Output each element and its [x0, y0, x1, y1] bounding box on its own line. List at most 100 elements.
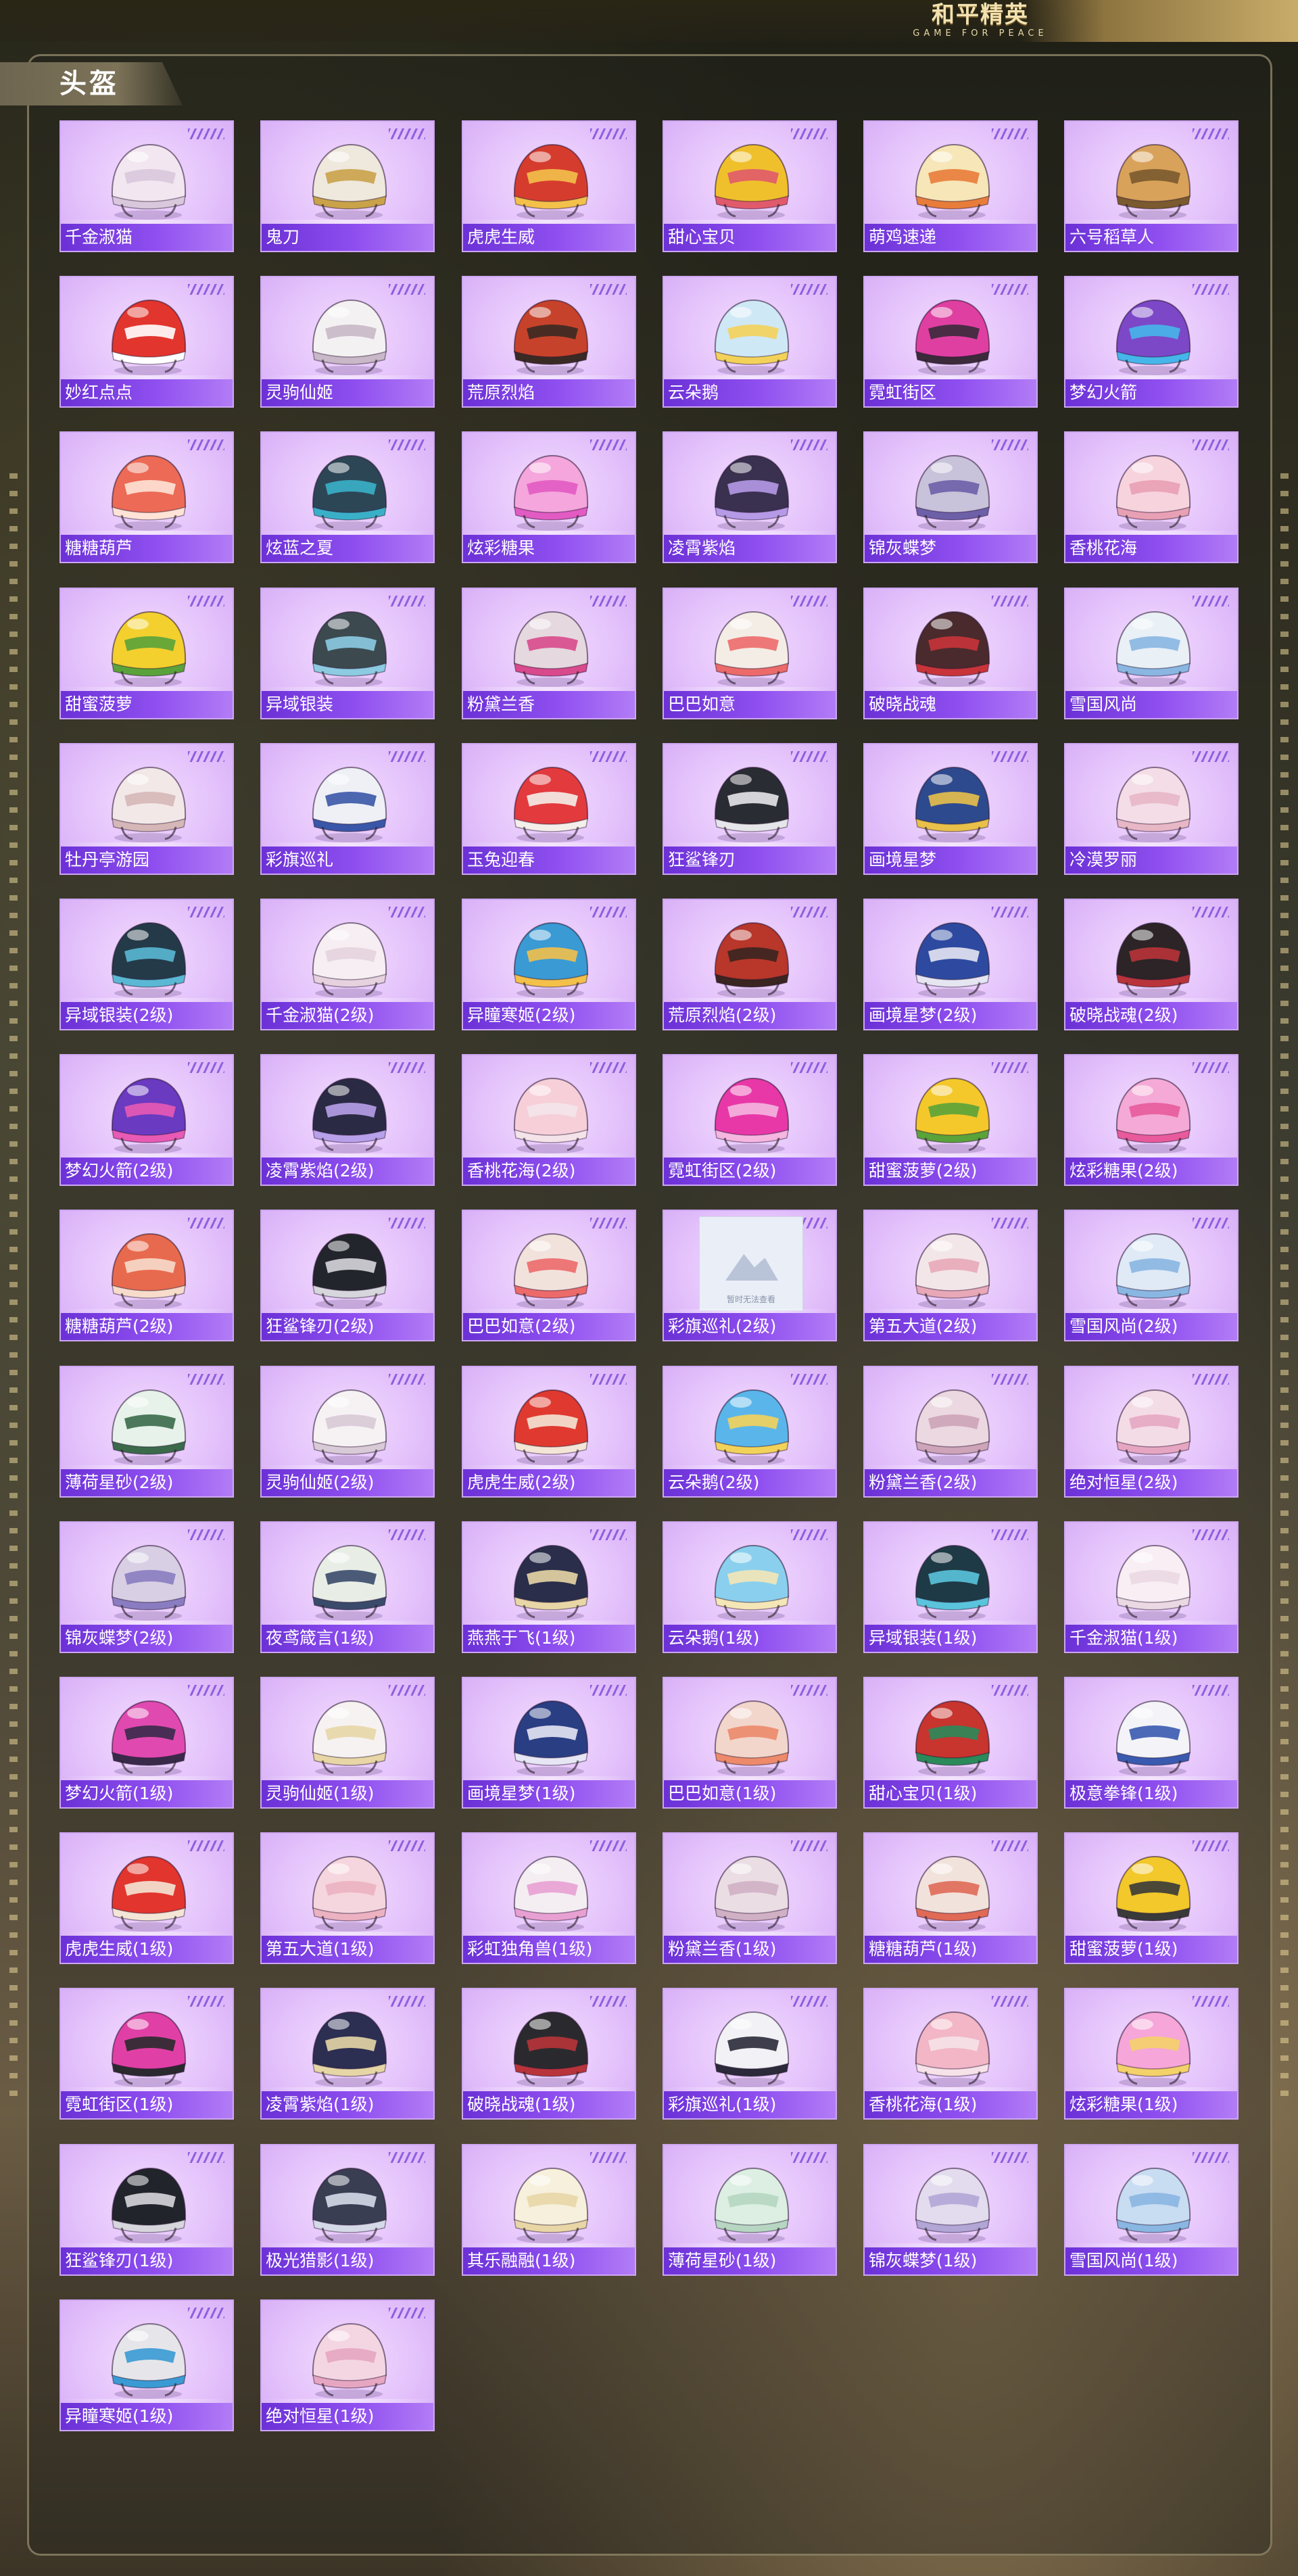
helmet-card[interactable]: 千金淑猫(1级)	[1064, 1521, 1239, 1653]
helmet-card[interactable]: 香桃花海(2级)	[462, 1054, 636, 1186]
helmet-card[interactable]: 画境星梦(2级)	[863, 899, 1038, 1030]
helmet-card[interactable]: 千金淑猫	[59, 120, 234, 252]
helmet-card[interactable]: 云朵鹅(2级)	[663, 1366, 837, 1498]
helmet-card[interactable]: 炫彩糖果	[462, 431, 636, 563]
helmet-card[interactable]: 甜心宝贝	[663, 120, 837, 252]
helmet-card[interactable]: 雪国风尚(2级)	[1064, 1210, 1239, 1341]
helmet-card[interactable]: 锦灰蝶梦(1级)	[863, 2144, 1038, 2276]
helmet-card[interactable]: 粉黛兰香(1级)	[663, 1832, 837, 1964]
helmet-card[interactable]: 六号稻草人	[1064, 120, 1239, 252]
helmet-card[interactable]: 梦幻火箭(2级)	[59, 1054, 234, 1186]
helmet-card[interactable]: 云朵鹅(1级)	[663, 1521, 837, 1653]
helmet-card[interactable]: 云朵鹅	[663, 276, 837, 408]
helmet-card[interactable]: 梦幻火箭(1级)	[59, 1677, 234, 1809]
helmet-card[interactable]: 彩旗巡礼	[260, 743, 435, 875]
helmet-card[interactable]: 狂鲨锋刃(1级)	[59, 2144, 234, 2276]
helmet-name: 云朵鹅	[664, 379, 836, 406]
helmet-card[interactable]: 炫彩糖果(1级)	[1064, 1988, 1239, 2120]
helmet-icon	[1115, 922, 1191, 998]
helmet-card[interactable]: 异域银装(1级)	[863, 1521, 1038, 1653]
helmet-card[interactable]: 彩虹独角兽(1级)	[462, 1832, 636, 1964]
helmet-card[interactable]: 虎虎生威	[462, 120, 636, 252]
helmet-icon	[513, 1700, 589, 1776]
helmet-icon	[1115, 2011, 1191, 2087]
helmet-card[interactable]: 妙红点点	[59, 276, 234, 408]
helmet-icon	[714, 922, 790, 998]
helmet-card[interactable]: 破晓战魂	[863, 588, 1038, 719]
helmet-card[interactable]: 锦灰蝶梦(2级)	[59, 1521, 234, 1653]
helmet-card[interactable]: 糖糖葫芦	[59, 431, 234, 563]
helmet-card[interactable]: 甜蜜菠萝	[59, 588, 234, 719]
helmet-name: 绝对恒星(1级)	[262, 2403, 433, 2430]
helmet-card[interactable]: 暂时无法查看 彩旗巡礼(2级)	[663, 1210, 837, 1341]
helmet-icon	[915, 2011, 990, 2087]
helmet-card[interactable]: 异瞳寒姬(2级)	[462, 899, 636, 1030]
helmet-card[interactable]: 破晓战魂(1级)	[462, 1988, 636, 2120]
helmet-card[interactable]: 灵驹仙姬(2级)	[260, 1366, 435, 1498]
helmet-card[interactable]: 巴巴如意	[663, 588, 837, 719]
helmet-card[interactable]: 千金淑猫(2级)	[260, 899, 435, 1030]
helmet-card[interactable]: 炫彩糖果(2级)	[1064, 1054, 1239, 1186]
helmet-card[interactable]: 第五大道(2级)	[863, 1210, 1038, 1341]
helmet-card[interactable]: 霓虹街区(1级)	[59, 1988, 234, 2120]
helmet-card[interactable]: 梦幻火箭	[1064, 276, 1239, 408]
helmet-card[interactable]: 凌霄紫焰(2级)	[260, 1054, 435, 1186]
helmet-card[interactable]: 极光猎影(1级)	[260, 2144, 435, 2276]
helmet-card[interactable]: 巴巴如意(1级)	[663, 1677, 837, 1809]
helmet-card[interactable]: 巴巴如意(2级)	[462, 1210, 636, 1341]
helmet-card[interactable]: 其乐融融(1级)	[462, 2144, 636, 2276]
helmet-card[interactable]: 极意拳锋(1级)	[1064, 1677, 1239, 1809]
helmet-card[interactable]: 凌霄紫焰	[663, 431, 837, 563]
helmet-name: 甜心宝贝	[664, 224, 836, 251]
helmet-icon	[312, 1389, 387, 1465]
helmet-card[interactable]: 凌霄紫焰(1级)	[260, 1988, 435, 2120]
helmet-card[interactable]: 玉兔迎春	[462, 743, 636, 875]
helmet-card[interactable]: 甜蜜菠萝(1级)	[1064, 1832, 1239, 1964]
helmet-card[interactable]: 萌鸡速递	[863, 120, 1038, 252]
helmet-card[interactable]: 薄荷星砂(1级)	[663, 2144, 837, 2276]
helmet-card[interactable]: 虎虎生威(1级)	[59, 1832, 234, 1964]
helmet-card[interactable]: 雪国风尚(1级)	[1064, 2144, 1239, 2276]
helmet-card[interactable]: 甜心宝贝(1级)	[863, 1677, 1038, 1809]
helmet-card[interactable]: 狂鲨锋刃(2级)	[260, 1210, 435, 1341]
helmet-card[interactable]: 画境星梦(1级)	[462, 1677, 636, 1809]
helmet-card[interactable]: 霓虹街区(2级)	[663, 1054, 837, 1186]
helmet-card[interactable]: 霓虹街区	[863, 276, 1038, 408]
helmet-card[interactable]: 荒原烈焰	[462, 276, 636, 408]
helmet-card[interactable]: 绝对恒星(2级)	[1064, 1366, 1239, 1498]
helmet-card[interactable]: 第五大道(1级)	[260, 1832, 435, 1964]
helmet-card[interactable]: 牡丹亭游园	[59, 743, 234, 875]
helmet-card[interactable]: 糖糖葫芦(1级)	[863, 1832, 1038, 1964]
helmet-card[interactable]: 彩旗巡礼(1级)	[663, 1988, 837, 2120]
helmet-card[interactable]: 鬼刀	[260, 120, 435, 252]
helmet-card[interactable]: 虎虎生威(2级)	[462, 1366, 636, 1498]
helmet-card[interactable]: 甜蜜菠萝(2级)	[863, 1054, 1038, 1186]
helmet-card[interactable]: 灵驹仙姬(1级)	[260, 1677, 435, 1809]
helmet-card[interactable]: 异瞳寒姬(1级)	[59, 2299, 234, 2431]
helmet-name: 霓虹街区	[865, 379, 1036, 406]
helmet-card[interactable]: 夜鸢箴言(1级)	[260, 1521, 435, 1653]
helmet-card[interactable]: 锦灰蝶梦	[863, 431, 1038, 563]
helmet-card[interactable]: 粉黛兰香	[462, 588, 636, 719]
helmet-card[interactable]: 炫蓝之夏	[260, 431, 435, 563]
helmet-card[interactable]: 燕燕于飞(1级)	[462, 1521, 636, 1653]
helmet-card[interactable]: 香桃花海(1级)	[863, 1988, 1038, 2120]
helmet-name: 虎虎生威(1级)	[61, 1936, 233, 1963]
helmet-card[interactable]: 狂鲨锋刃	[663, 743, 837, 875]
helmet-card[interactable]: 香桃花海	[1064, 431, 1239, 563]
helmet-card[interactable]: 异域银装(2级)	[59, 899, 234, 1030]
helmet-card[interactable]: 薄荷星砂(2级)	[59, 1366, 234, 1498]
helmet-card[interactable]: 绝对恒星(1级)	[260, 2299, 435, 2431]
helmet-card[interactable]: 画境星梦	[863, 743, 1038, 875]
helmet-card[interactable]: 糖糖葫芦(2级)	[59, 1210, 234, 1341]
helmet-icon	[312, 1077, 387, 1153]
helmet-name: 玉兔迎春	[463, 846, 635, 874]
helmet-card[interactable]: 雪国风尚	[1064, 588, 1239, 719]
helmet-card[interactable]: 冷漠罗丽	[1064, 743, 1239, 875]
helmet-card[interactable]: 异域银装	[260, 588, 435, 719]
helmet-card[interactable]: 破晓战魂(2级)	[1064, 899, 1239, 1030]
helmet-card[interactable]: 灵驹仙姬	[260, 276, 435, 408]
helmet-card[interactable]: 粉黛兰香(2级)	[863, 1366, 1038, 1498]
helmet-icon	[111, 922, 187, 998]
helmet-card[interactable]: 荒原烈焰(2级)	[663, 899, 837, 1030]
